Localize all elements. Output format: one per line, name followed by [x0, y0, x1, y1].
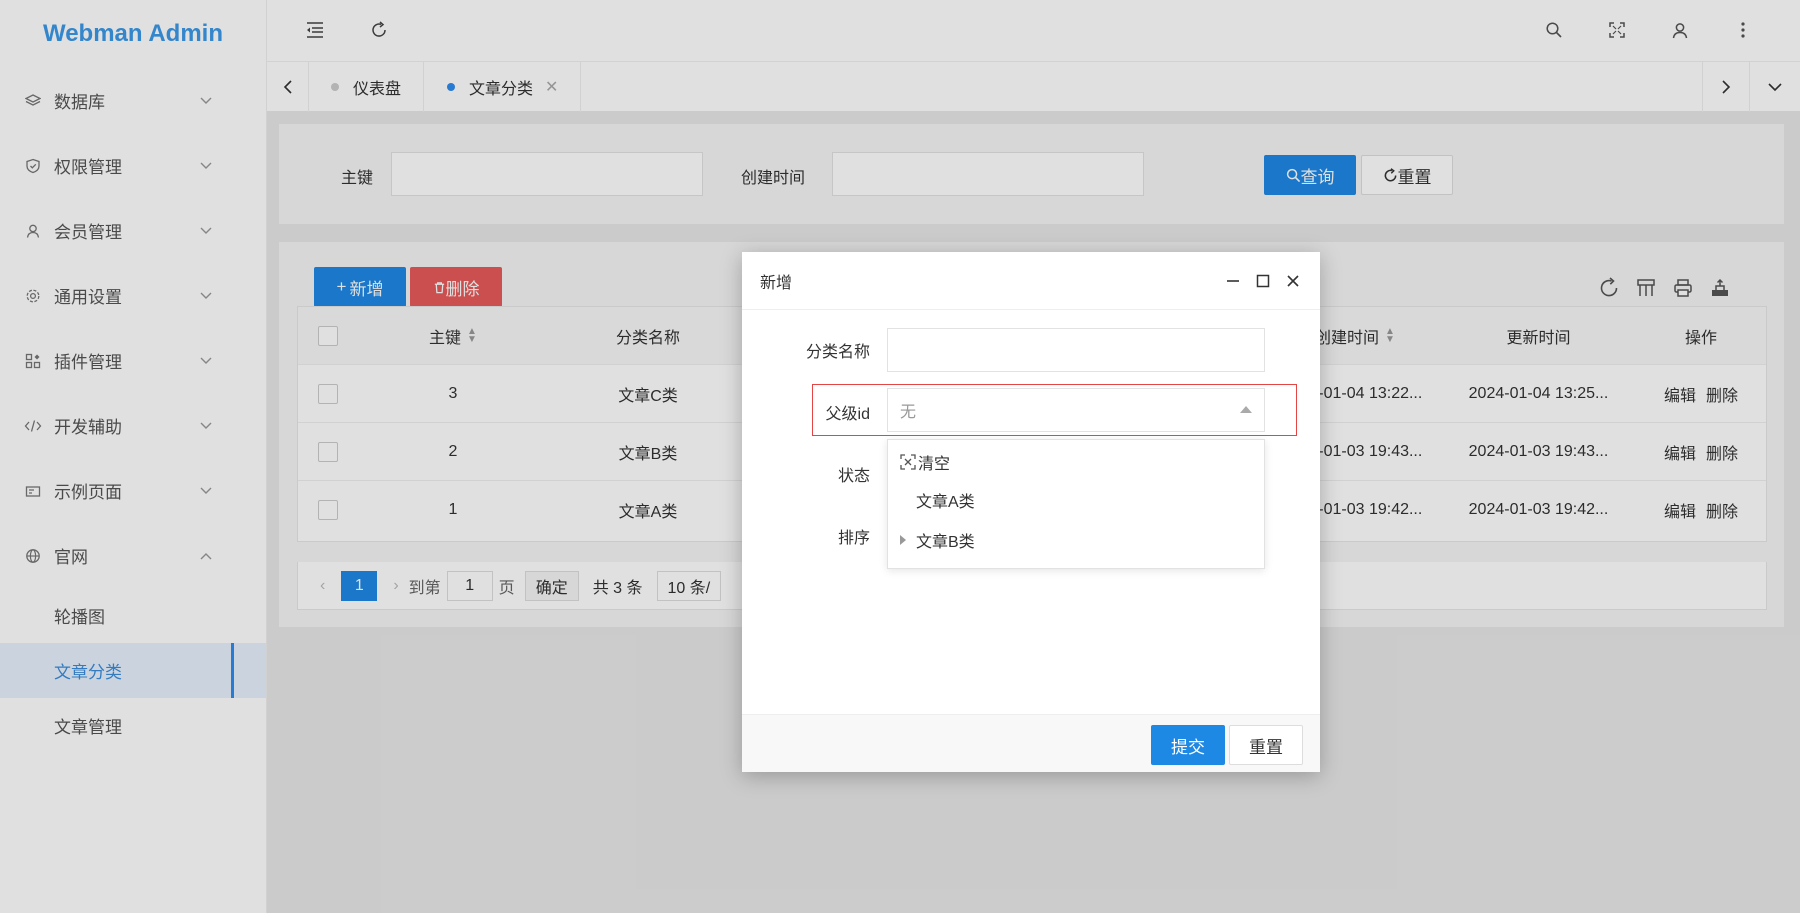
dialog-footer: 提交 重置	[742, 714, 1320, 772]
dropdown-option-label: 文章B类	[916, 534, 975, 551]
dropdown-clear-label: 清空	[918, 456, 951, 473]
status-label: 状态	[837, 468, 870, 485]
add-dialog: 新增 分类名称 父级id 无 状态 排序 清空 文章A类 文章B类 提交 重置	[742, 252, 1320, 772]
dialog-reset-button[interactable]: 重置	[1229, 725, 1303, 765]
category-name-input[interactable]	[887, 328, 1265, 372]
minimize-icon[interactable]	[1222, 270, 1244, 292]
close-icon[interactable]	[1282, 270, 1304, 292]
parent-id-label: 父级id	[825, 406, 870, 423]
submit-button[interactable]: 提交	[1151, 725, 1225, 765]
category-name-label: 分类名称	[805, 344, 870, 361]
clear-icon	[900, 454, 916, 470]
order-label: 排序	[837, 530, 870, 547]
parent-id-select[interactable]: 无	[887, 388, 1265, 432]
dialog-title: 新增	[760, 274, 793, 292]
dropdown-option[interactable]: 文章B类	[888, 522, 1264, 558]
parent-id-dropdown: 清空 文章A类 文章B类	[887, 439, 1265, 569]
dropdown-clear-option[interactable]: 清空	[888, 444, 1264, 480]
parent-id-value: 无	[900, 404, 917, 421]
expand-arrow-icon[interactable]	[900, 535, 906, 545]
caret-up-icon	[1240, 406, 1252, 413]
maximize-icon[interactable]	[1252, 270, 1274, 292]
dropdown-option[interactable]: 文章A类	[888, 482, 1264, 518]
dialog-header: 新增	[742, 252, 1320, 310]
